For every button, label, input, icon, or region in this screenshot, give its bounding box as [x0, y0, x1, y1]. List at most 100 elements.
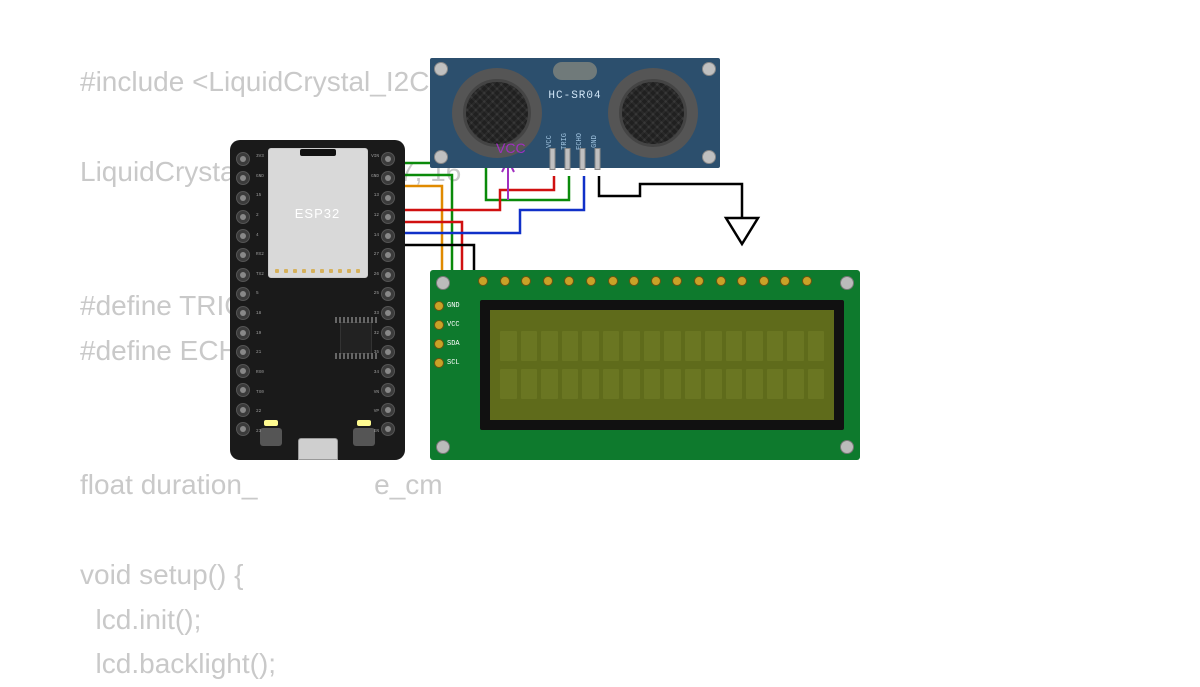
esp32-pin-label: 18	[256, 311, 264, 316]
esp32-pin-32	[381, 326, 395, 340]
diagram-stage: ESP32 3V3GND1524RX2TX25181921RX0TX02223 …	[0, 0, 1200, 630]
esp32-pin-34	[381, 364, 395, 378]
lcd-char-cell	[521, 331, 538, 361]
esp32-pin-label: 32	[371, 331, 379, 336]
lcd-char-cell	[664, 331, 681, 361]
esp32-shield: ESP32	[268, 148, 368, 278]
esp32-pin-19	[236, 326, 250, 340]
esp32-pin-label: RX0	[256, 370, 264, 375]
esp32-pin-22	[236, 403, 250, 417]
esp32-pin-label: 14	[371, 233, 379, 238]
lcd-top-pad	[608, 276, 618, 286]
lcd-top-pad	[802, 276, 812, 286]
lcd-char-cell	[623, 331, 640, 361]
lcd-char-cell	[582, 331, 599, 361]
lcd-char-cell	[705, 369, 722, 399]
lcd-glass	[480, 300, 844, 430]
esp32-right-pin-labels: VINGND13121427262533323534VNVPEN	[371, 154, 379, 434]
esp32-pin-label: GND	[371, 174, 379, 179]
esp32-mcu-icon	[340, 322, 372, 354]
esp32-pin-tx2	[236, 268, 250, 282]
esp32-pin-5	[236, 287, 250, 301]
lcd-top-pad	[716, 276, 726, 286]
lcd-char-cell	[746, 369, 763, 399]
esp32-pin-label: 3V3	[256, 154, 264, 159]
esp32-pin-23	[236, 422, 250, 436]
esp32-pin-label: 15	[256, 193, 264, 198]
esp32-pin-tx0	[236, 383, 250, 397]
lcd-char-cell	[746, 331, 763, 361]
esp32-pin-gnd	[381, 171, 395, 185]
lcd-char-cell	[787, 369, 804, 399]
lcd-char-cell	[541, 331, 558, 361]
lcd-char-cell	[562, 331, 579, 361]
esp32-pin-33	[381, 306, 395, 320]
lcd-top-pad	[478, 276, 488, 286]
lcd-char-cell	[541, 369, 558, 399]
esp32-pin-label: 27	[371, 252, 379, 257]
esp32-left-header	[236, 152, 254, 436]
esp32-pin-label: 19	[256, 331, 264, 336]
esp32-pin-vin	[381, 152, 395, 166]
esp32-pin-27	[381, 248, 395, 262]
lcd-char-cell	[726, 331, 743, 361]
lcd-top-pad	[564, 276, 574, 286]
lcd-char-cell	[767, 331, 784, 361]
lcd-1602-i2c: . GND VCC SDA SCL	[430, 270, 860, 460]
lcd-char-cell	[808, 369, 825, 399]
esp32-pin-label: 21	[256, 350, 264, 355]
hcsr04-pins	[550, 148, 601, 170]
lcd-row-0	[500, 331, 824, 361]
esp32-pin-21	[236, 345, 250, 359]
lcd-char-cell	[685, 369, 702, 399]
esp32-pin-4	[236, 229, 250, 243]
lcd-top-pad	[651, 276, 661, 286]
lcd-top-pad	[586, 276, 596, 286]
lcd-char-cell	[603, 369, 620, 399]
lcd-i2c-header: . GND VCC SDA SCL	[434, 284, 460, 368]
esp32-pin-label: RX2	[256, 252, 264, 257]
vcc-annotation: VCC	[496, 140, 526, 156]
esp32-pin-label: 35	[371, 350, 379, 355]
lcd-top-pad	[672, 276, 682, 286]
lcd-top-pad	[629, 276, 639, 286]
esp32-pin-label: GND	[256, 174, 264, 179]
lcd-top-pad	[694, 276, 704, 286]
esp32-pin-label: TX0	[256, 390, 264, 395]
esp32-pin-35	[381, 345, 395, 359]
lcd-char-cell	[603, 331, 620, 361]
esp32-pin-label: 25	[371, 291, 379, 296]
lcd-char-cell	[705, 331, 722, 361]
esp32-pin-label: 34	[371, 370, 379, 375]
esp32-pin-13	[381, 191, 395, 205]
esp32-pin-label: 26	[371, 272, 379, 277]
esp32-pin-label: VP	[371, 409, 379, 414]
esp32-pin-label: VIN	[371, 154, 379, 159]
esp32-pin-25	[381, 287, 395, 301]
esp32-pin-12	[381, 210, 395, 224]
lcd-char-cell	[521, 369, 538, 399]
lcd-char-cell	[808, 331, 825, 361]
lcd-active-area	[490, 310, 834, 420]
lcd-char-cell	[623, 369, 640, 399]
esp32-pin-vp	[381, 403, 395, 417]
esp32-pin-label: 5	[256, 291, 264, 296]
esp32-pin-en	[381, 422, 395, 436]
esp32-pin-label: TX2	[256, 272, 264, 277]
lcd-top-pad	[759, 276, 769, 286]
esp32-pin-label: 2	[256, 213, 264, 218]
lcd-char-cell	[644, 331, 661, 361]
esp32-pin-label: 12	[371, 213, 379, 218]
lcd-top-pad	[521, 276, 531, 286]
lcd-char-cell	[582, 369, 599, 399]
esp32-pin-label: 22	[256, 409, 264, 414]
lcd-char-cell	[562, 369, 579, 399]
lcd-char-cell	[664, 369, 681, 399]
lcd-top-pads	[478, 276, 812, 286]
esp32-pin-rx0	[236, 364, 250, 378]
esp32-left-pin-labels: 3V3GND1524RX2TX25181921RX0TX02223	[256, 154, 264, 434]
lcd-char-cell	[767, 369, 784, 399]
esp32-pin-14	[381, 229, 395, 243]
lcd-char-cell	[685, 331, 702, 361]
esp32-pin-label: 23	[256, 429, 264, 434]
